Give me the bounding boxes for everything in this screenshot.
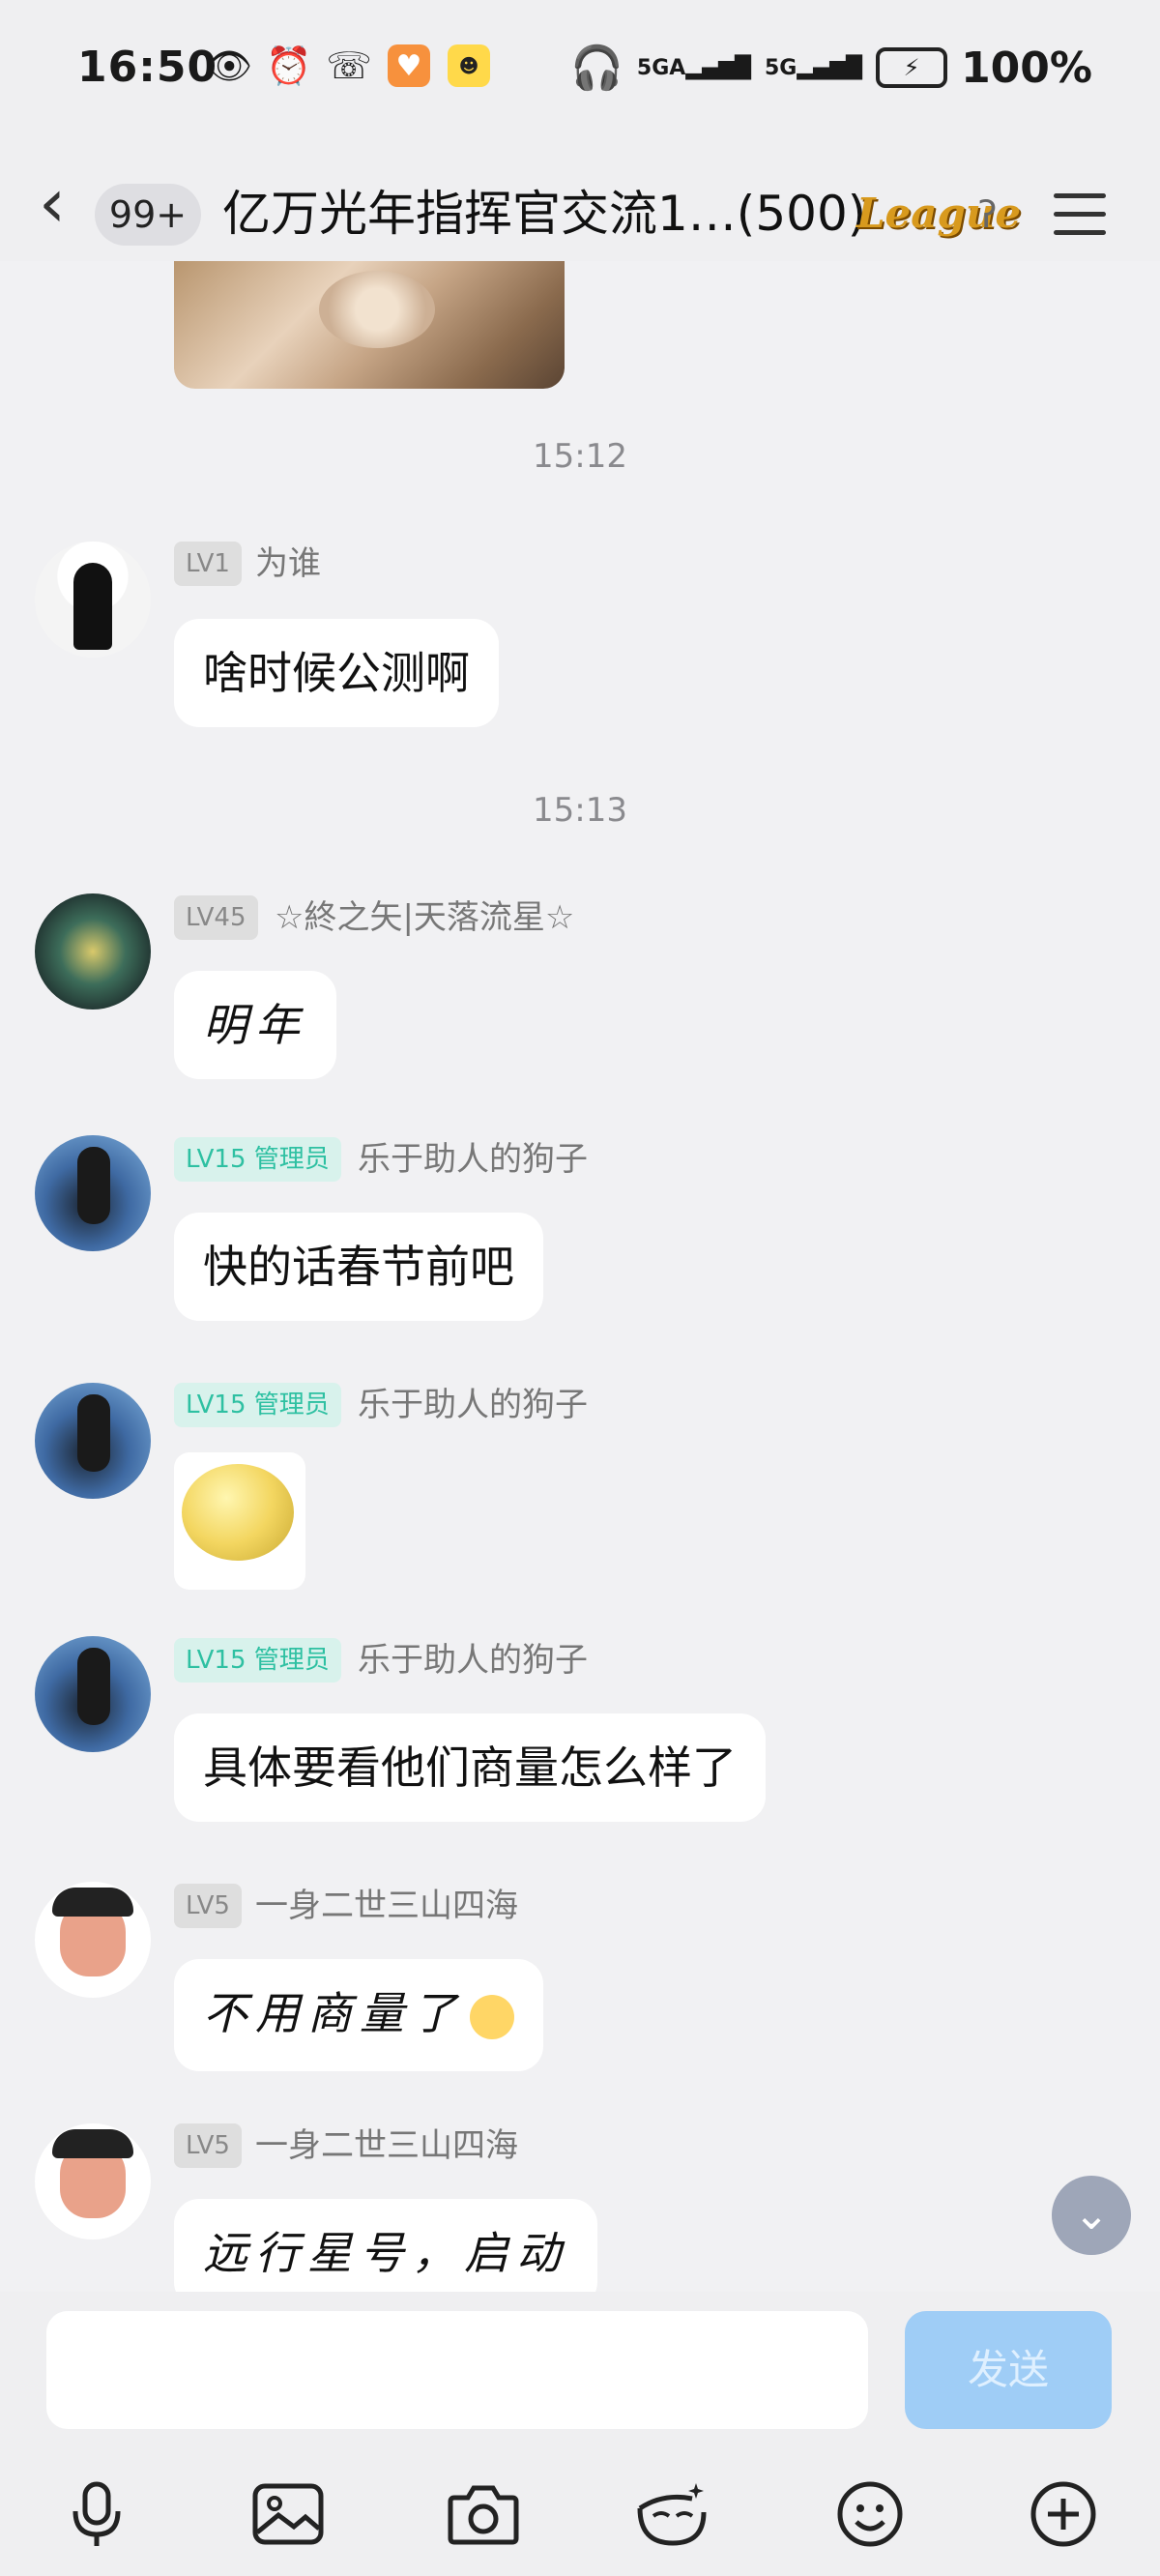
unread-count-badge[interactable]: 99+ [95,184,201,246]
nickname[interactable]: 为谁 [255,542,321,586]
smiley-sticker[interactable] [174,1452,305,1590]
nickname[interactable]: 一身二世三山四海 [255,2123,518,2168]
nickname[interactable]: 乐于助人的狗子 [358,1137,588,1182]
smile-emoji-icon [470,1995,514,2039]
status-right: 🎧 5GA▂▄▆█ 5G▂▄▆█ ⚡ 100% [570,43,1092,94]
message-bubble[interactable]: 明年 [174,971,336,1079]
avatar[interactable] [35,1383,151,1499]
status-time: 16:50 [77,43,218,92]
battery-icon: ⚡ [876,47,948,88]
ear-icon[interactable]: ʔ [978,193,1017,242]
headphones-icon: 🎧 [570,44,624,93]
image-icon[interactable] [249,2475,327,2553]
eye-icon: 👁 [205,44,253,87]
message-bubble[interactable]: 具体要看他们商量怎么样了 [174,1713,766,1822]
admin-level-badge: LV15 管理员 [174,1137,341,1182]
signal-5ga-icon: 5GA▂▄▆█ [636,55,751,80]
signal-5g-icon: 5G▂▄▆█ [765,55,863,80]
admin-level-badge: LV15 管理员 [174,1638,341,1683]
avatar[interactable] [35,1882,151,1998]
input-area: 发送 [0,2292,1160,2576]
admin-level-badge: LV15 管理员 [174,1383,341,1427]
message-bubble[interactable]: 不用商量了 [174,1959,543,2071]
nickname[interactable]: 一身二世三山四海 [255,1884,518,1928]
avatar[interactable] [35,893,151,1010]
message-bubble[interactable]: 啥时候公测啊 [174,619,499,727]
avatar[interactable] [35,542,151,658]
add-more-icon[interactable] [1025,2475,1102,2553]
nickname[interactable]: ☆終之矢|天落流星☆ [275,895,574,940]
magic-emoji-icon[interactable] [634,2475,711,2553]
microphone-icon[interactable] [58,2475,135,2553]
input-toolbar [0,2456,1160,2562]
chevron-down-icon: ⌄ [1073,2190,1110,2239]
level-badge: LV5 [174,2123,242,2168]
chat-title[interactable]: 亿万光年指挥官交流1…(500) [222,180,866,248]
level-badge: LV1 [174,542,242,586]
timestamp: 15:12 [533,437,627,476]
status-notification-icons: 👁 ⏰ ☏ ♥ ☻ [205,44,490,87]
nickname[interactable]: 乐于助人的狗子 [358,1638,588,1683]
menu-icon[interactable] [1054,193,1106,238]
nickname[interactable]: 乐于助人的狗子 [358,1383,588,1427]
alarm-icon: ⏰ [266,44,312,87]
app-notification-icon: ♥ [388,44,430,87]
message-bubble[interactable]: 快的话春节前吧 [174,1213,543,1321]
scroll-to-bottom-button[interactable]: ⌄ [1052,2176,1131,2255]
status-bar: 16:50 👁 ⏰ ☏ ♥ ☻ 🎧 5GA▂▄▆█ 5G▂▄▆█ ⚡ 100% [0,0,1160,145]
image-message[interactable] [174,261,565,389]
level-badge: LV45 [174,895,258,940]
message-input[interactable] [46,2311,868,2429]
chat-header: ‹ 99+ 亿万光年指挥官交流1…(500) League ʔ [0,145,1160,261]
back-chevron-icon[interactable]: ‹ [39,164,87,242]
avatar[interactable] [35,1636,151,1752]
camera-icon[interactable] [445,2475,522,2553]
send-button[interactable]: 发送 [905,2311,1112,2429]
app-notification-icon-2: ☻ [448,44,490,87]
missed-call-icon: ☏ [326,44,372,87]
level-badge: LV5 [174,1884,242,1928]
emoji-icon[interactable] [831,2475,909,2553]
avatar[interactable] [35,1135,151,1251]
avatar[interactable] [35,2123,151,2239]
timestamp: 15:13 [533,791,627,830]
battery-level: 100% [961,43,1092,93]
message-text: 不用商量了 [203,1987,464,2039]
